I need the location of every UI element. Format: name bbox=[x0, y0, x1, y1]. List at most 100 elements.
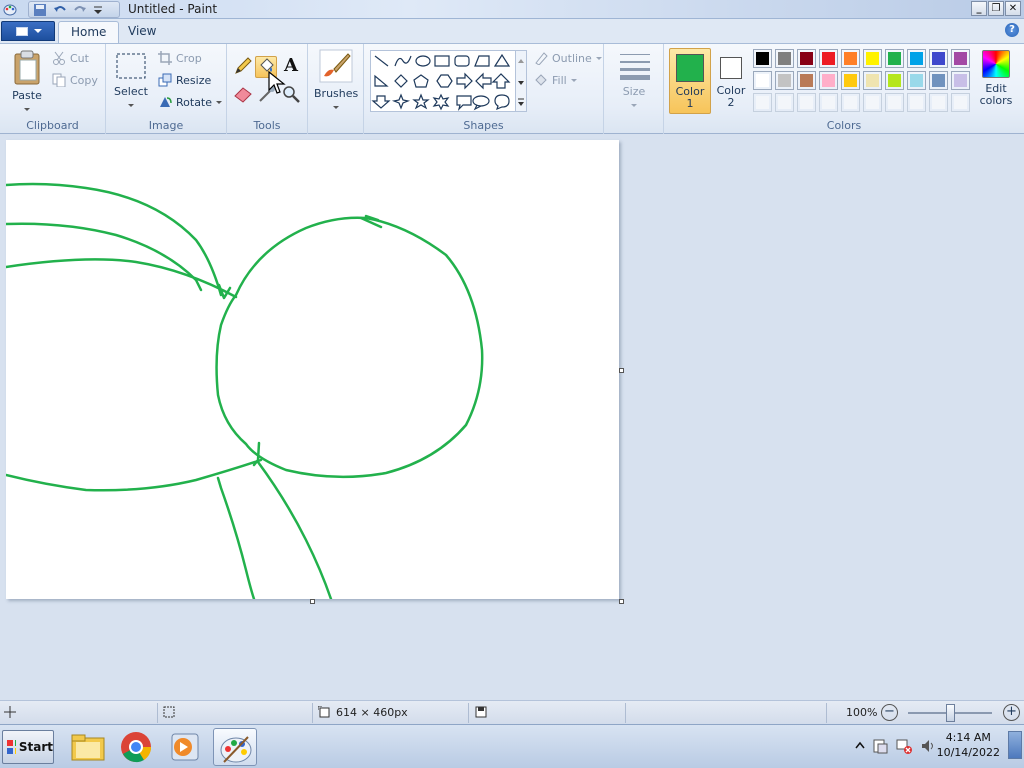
action-center-icon[interactable] bbox=[872, 738, 888, 754]
palette-swatch[interactable] bbox=[929, 71, 948, 90]
pencil-tool[interactable] bbox=[233, 56, 253, 76]
palette-swatch[interactable] bbox=[907, 71, 926, 90]
show-desktop-button[interactable] bbox=[1008, 731, 1022, 759]
crop-button[interactable]: Crop bbox=[158, 49, 202, 67]
paste-icon bbox=[14, 50, 40, 85]
size-button[interactable]: Size bbox=[612, 50, 656, 111]
title-bar: Untitled - Paint _ ❐ ✕ bbox=[0, 0, 1024, 19]
canvas-resize-handle-right[interactable] bbox=[619, 368, 624, 373]
palette-swatch[interactable] bbox=[753, 71, 772, 90]
line-size-icon bbox=[620, 54, 650, 80]
customize-qat-icon[interactable] bbox=[93, 4, 107, 16]
resize-icon bbox=[158, 73, 172, 87]
network-icon[interactable] bbox=[896, 738, 912, 754]
palette-swatch[interactable] bbox=[775, 93, 794, 112]
clock-time: 4:14 AM bbox=[945, 731, 991, 744]
shapes-gallery-scroll[interactable] bbox=[515, 50, 527, 112]
image-group: Select Crop Resize Rotate Image bbox=[106, 44, 227, 134]
redo-icon[interactable] bbox=[73, 4, 87, 16]
color-palette bbox=[753, 49, 973, 115]
palette-swatch[interactable] bbox=[797, 93, 816, 112]
tools-group-label: Tools bbox=[253, 119, 281, 132]
color2-button[interactable]: Color 2 bbox=[714, 48, 748, 114]
edit-colors-button[interactable]: Edit colors bbox=[976, 48, 1016, 114]
zoom-in-button[interactable]: + bbox=[1003, 704, 1020, 721]
paste-button[interactable]: Paste bbox=[8, 48, 46, 115]
eraser-icon bbox=[234, 87, 252, 103]
palette-swatch[interactable] bbox=[885, 93, 904, 112]
minimize-button[interactable]: _ bbox=[971, 1, 987, 16]
palette-swatch[interactable] bbox=[951, 71, 970, 90]
zoom-slider-thumb[interactable] bbox=[946, 704, 955, 722]
system-clock[interactable]: 4:14 AM 10/14/2022 bbox=[937, 730, 1000, 760]
shapes-group-label: Shapes bbox=[463, 119, 504, 132]
palette-swatch[interactable] bbox=[775, 49, 794, 68]
palette-swatch[interactable] bbox=[885, 49, 904, 68]
paint-app-icon[interactable] bbox=[3, 2, 17, 16]
cursor-position-icon bbox=[4, 706, 16, 721]
file-size-icon bbox=[475, 706, 487, 721]
drawing-strokes bbox=[6, 182, 484, 599]
palette-swatch[interactable] bbox=[841, 93, 860, 112]
help-icon[interactable]: ? bbox=[1005, 23, 1019, 37]
eraser-tool[interactable] bbox=[233, 84, 253, 104]
palette-swatch[interactable] bbox=[907, 93, 926, 112]
palette-swatch[interactable] bbox=[929, 93, 948, 112]
palette-swatch[interactable] bbox=[775, 71, 794, 90]
save-icon[interactable] bbox=[33, 3, 47, 16]
colors-group-label: Colors bbox=[826, 119, 862, 132]
image-group-label: Image bbox=[148, 119, 184, 132]
close-button[interactable]: ✕ bbox=[1005, 1, 1021, 16]
undo-icon[interactable] bbox=[53, 4, 67, 16]
clipboard-group-label: Clipboard bbox=[26, 119, 79, 132]
volume-icon[interactable] bbox=[920, 738, 936, 754]
canvas-resize-handle-bottom[interactable] bbox=[310, 599, 315, 604]
select-button[interactable]: Select bbox=[112, 52, 150, 111]
taskbar-chrome[interactable] bbox=[114, 728, 158, 766]
tab-view[interactable]: View bbox=[116, 21, 168, 43]
palette-swatch[interactable] bbox=[863, 71, 882, 90]
color2-swatch bbox=[720, 57, 742, 79]
palette-swatch[interactable] bbox=[863, 49, 882, 68]
color1-swatch bbox=[676, 54, 704, 82]
canvas-resize-handle-corner[interactable] bbox=[619, 599, 624, 604]
restore-button[interactable]: ❐ bbox=[988, 1, 1004, 16]
palette-swatch[interactable] bbox=[841, 71, 860, 90]
palette-swatch[interactable] bbox=[797, 49, 816, 68]
palette-swatch[interactable] bbox=[841, 49, 860, 68]
taskbar-file-explorer[interactable] bbox=[66, 728, 110, 766]
copy-icon bbox=[52, 73, 66, 87]
palette-swatch[interactable] bbox=[819, 49, 838, 68]
palette-swatch[interactable] bbox=[753, 93, 772, 112]
palette-swatch[interactable] bbox=[929, 49, 948, 68]
palette-swatch[interactable] bbox=[951, 49, 970, 68]
palette-swatch[interactable] bbox=[907, 49, 926, 68]
zoom-out-button[interactable]: − bbox=[881, 704, 898, 721]
palette-swatch[interactable] bbox=[863, 93, 882, 112]
taskbar-paint[interactable] bbox=[213, 728, 257, 766]
outline-button[interactable]: Outline bbox=[534, 49, 602, 67]
fill-button[interactable]: Fill bbox=[534, 71, 577, 89]
paint-menu-button[interactable] bbox=[1, 21, 55, 41]
palette-swatch[interactable] bbox=[951, 93, 970, 112]
palette-swatch[interactable] bbox=[819, 71, 838, 90]
clock-date: 10/14/2022 bbox=[936, 746, 1000, 759]
pencil-icon bbox=[235, 57, 252, 74]
start-button[interactable]: Start bbox=[2, 730, 54, 764]
selection-size-icon bbox=[163, 706, 175, 721]
palette-swatch[interactable] bbox=[753, 49, 772, 68]
rotate-button[interactable]: Rotate bbox=[158, 93, 223, 111]
drawing-canvas[interactable] bbox=[6, 140, 619, 599]
resize-button[interactable]: Resize bbox=[158, 71, 211, 89]
palette-swatch[interactable] bbox=[797, 71, 816, 90]
palette-swatch[interactable] bbox=[885, 71, 904, 90]
cut-button[interactable]: Cut bbox=[52, 49, 89, 67]
brushes-button[interactable]: Brushes bbox=[314, 48, 358, 113]
tab-home[interactable]: Home bbox=[58, 21, 120, 43]
size-group: Size bbox=[604, 44, 664, 134]
copy-button[interactable]: Copy bbox=[52, 71, 98, 89]
show-hidden-icons-icon[interactable] bbox=[852, 738, 868, 754]
color1-button[interactable]: Color 1 bbox=[669, 48, 711, 114]
taskbar-media-player[interactable] bbox=[163, 728, 207, 766]
palette-swatch[interactable] bbox=[819, 93, 838, 112]
